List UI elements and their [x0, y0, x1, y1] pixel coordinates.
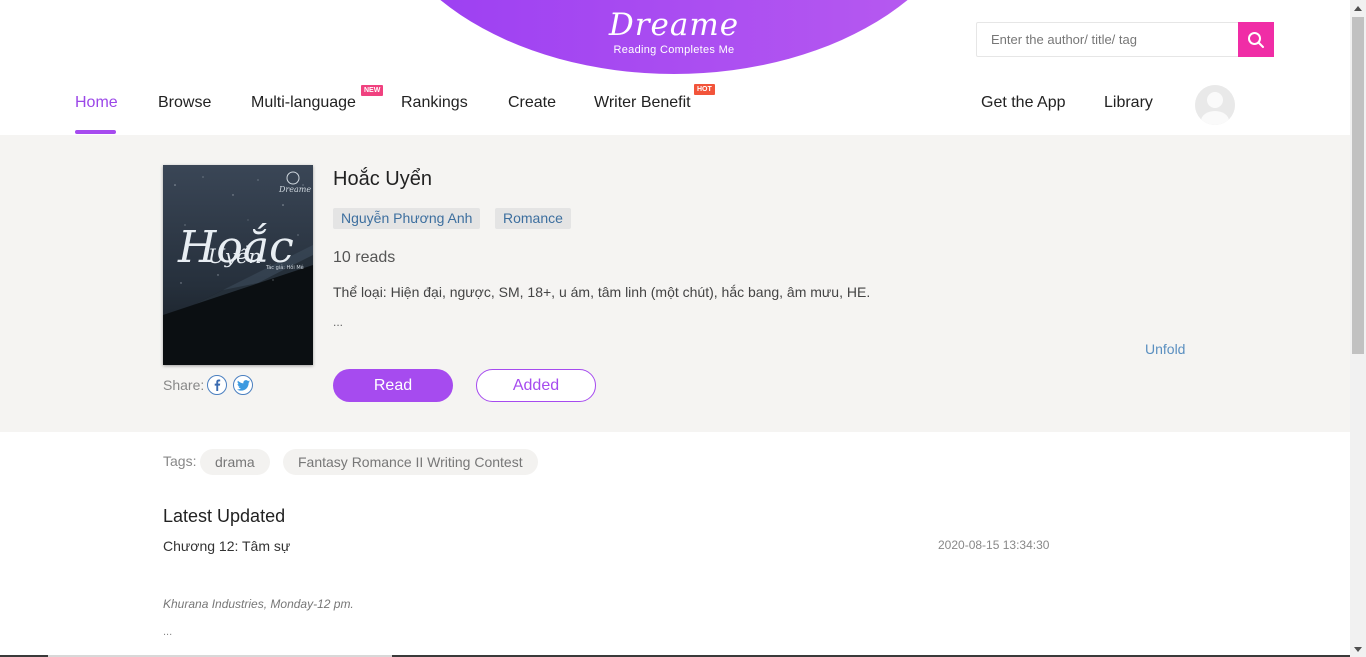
scroll-up-arrow[interactable] [1350, 0, 1366, 16]
search-button[interactable] [1238, 22, 1274, 57]
nav-create[interactable]: Create [508, 94, 556, 112]
page: Dreame Reading Completes Me Home Browse … [0, 0, 1350, 657]
latest-updated-heading: Latest Updated [163, 506, 286, 526]
added-to-library-button[interactable]: Added [476, 369, 596, 402]
cover-script-line2: Uyển [208, 244, 261, 268]
caret-down-icon [1354, 646, 1362, 652]
unfold-link[interactable]: Unfold [1145, 341, 1185, 357]
book-cover[interactable]: Hoắc Uyển Tác giả: Hồi Mê Dreame [163, 165, 313, 365]
latest-chapter-date: 2020-08-15 13:34:30 [938, 538, 1050, 552]
scrollbar-thumb[interactable] [1352, 17, 1364, 354]
nav-home[interactable]: Home [75, 94, 118, 112]
vertical-scrollbar[interactable] [1350, 0, 1366, 657]
tags-label: Tags: [163, 453, 197, 469]
nav-browse[interactable]: Browse [158, 94, 211, 112]
share-label: Share: [163, 377, 205, 393]
nav-writer-benefit[interactable]: Writer Benefit [594, 94, 691, 112]
new-badge: NEW [361, 85, 384, 96]
book-description: Thể loại: Hiện đại, ngược, SM, 18+, u ám… [333, 284, 871, 300]
book-cover-art: Hoắc Uyển Tác giả: Hồi Mê Dreame [163, 165, 313, 365]
latest-chapter-link[interactable]: Chương 12: Tâm sự [163, 538, 290, 554]
description-ellipsis: ... [333, 315, 344, 329]
user-avatar-icon [1195, 85, 1235, 125]
tag-chip[interactable]: Fantasy Romance II Writing Contest [283, 449, 538, 475]
nav-rankings[interactable]: Rankings [401, 94, 468, 112]
chapter-excerpt: Khurana Industries, Monday-12 pm. [163, 597, 354, 611]
search-icon [1248, 31, 1264, 48]
search-box [976, 22, 1274, 57]
twitter-share-button[interactable] [233, 375, 253, 395]
caret-up-icon [1354, 5, 1362, 11]
author-chip[interactable]: Nguyễn Phương Anh [333, 208, 481, 229]
excerpt-ellipsis: ... [163, 626, 173, 638]
twitter-icon [236, 379, 250, 391]
nav-get-app[interactable]: Get the App [981, 94, 1066, 112]
search-input[interactable] [977, 23, 1237, 56]
main-nav: Home Browse Multi-language NEW Rankings … [0, 84, 1350, 134]
hot-badge: HOT [694, 84, 715, 95]
facebook-icon [214, 379, 221, 391]
brand-logo[interactable]: Dreame Reading Completes Me [574, 6, 774, 56]
brand-title: Dreame [608, 7, 740, 43]
read-button[interactable]: Read [333, 369, 453, 402]
nav-library[interactable]: Library [1104, 94, 1153, 112]
nav-active-indicator [75, 130, 116, 134]
read-count: 10 reads [333, 249, 396, 266]
genre-chip[interactable]: Romance [495, 208, 571, 229]
cover-brand: Dreame [278, 185, 311, 194]
scroll-down-arrow[interactable] [1350, 641, 1366, 657]
user-avatar[interactable] [1195, 85, 1235, 125]
cover-caption: Tác giả: Hồi Mê [265, 263, 304, 271]
brand-tagline: Reading Completes Me [613, 44, 735, 56]
facebook-share-button[interactable] [207, 375, 227, 395]
nav-multi-language[interactable]: Multi-language [251, 94, 356, 112]
book-title: Hoắc Uyển [333, 168, 432, 190]
tag-chip[interactable]: drama [200, 449, 270, 475]
